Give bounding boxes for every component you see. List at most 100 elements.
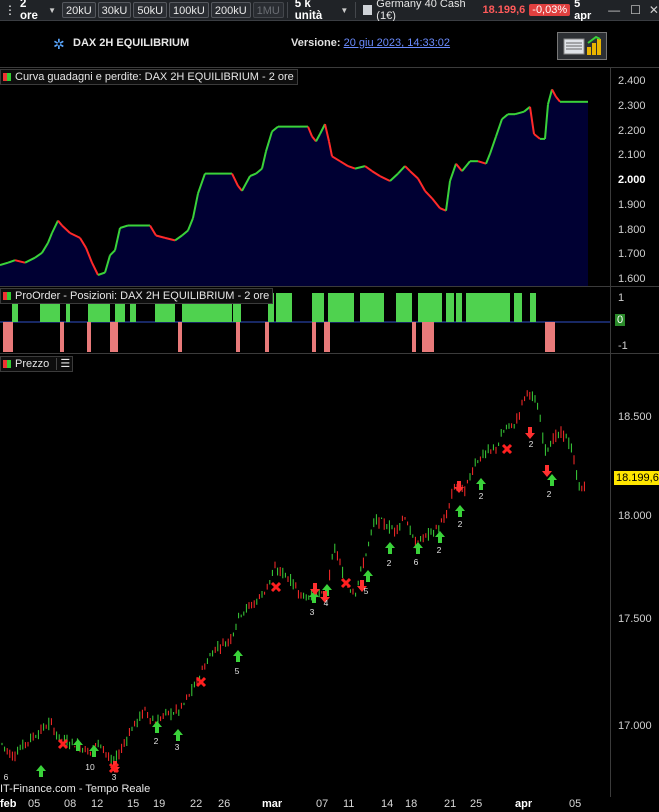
equity-tick-label: 1.600 (618, 273, 646, 285)
x-axis-label: 15 (127, 798, 140, 810)
price-tick-label: 17.000 (618, 720, 652, 732)
x-axis-label: apr (515, 798, 533, 810)
list-icon[interactable]: ☰ (56, 358, 71, 370)
trade-quantity-label: 3 (310, 607, 315, 617)
x-axis-label: 14 (381, 798, 394, 810)
x-axis-label: 25 (470, 798, 483, 810)
equity-curve (0, 88, 588, 287)
buy-arrow-icon (233, 650, 243, 662)
x-axis-label: feb (0, 798, 17, 810)
short-position-bar (236, 322, 240, 352)
trade-quantity-label: 2 (387, 558, 392, 568)
short-position-bar (60, 322, 64, 352)
sell-arrow-icon (525, 427, 535, 439)
x-axis-label: 18 (405, 798, 418, 810)
current-price-tag: 18.199,6 (614, 471, 659, 485)
x-axis-label: 26 (218, 798, 231, 810)
buy-arrow-icon (413, 542, 423, 554)
long-position-bar (446, 293, 454, 322)
buy-arrow-icon (385, 542, 395, 554)
legend-square-icon (3, 360, 11, 368)
equity-tick-label: 1.800 (618, 223, 646, 236)
x-axis-label: 07 (316, 798, 329, 810)
buy-arrow-icon (363, 570, 373, 582)
buy-arrow-icon (152, 721, 162, 733)
price-tick-label: 18.500 (618, 411, 652, 423)
position-tick-label: 1 (618, 292, 625, 304)
x-axis-label: 21 (444, 798, 457, 810)
x-axis-label: mar (262, 798, 283, 810)
buy-arrow-icon (435, 531, 445, 543)
buy-arrow-icon (173, 729, 183, 741)
trade-quantity-label: 2 (154, 736, 159, 746)
equity-tick-label: 2.200 (618, 124, 646, 137)
short-position-bar (412, 322, 416, 352)
price-pane-label[interactable]: Prezzo ☰ (0, 356, 74, 372)
trade-quantity-label: 6 (4, 772, 9, 782)
data-source-label: IT-Finance.com - Tempo Reale (0, 783, 151, 795)
buy-arrow-icon (73, 739, 83, 751)
short-position-bar (265, 322, 269, 352)
long-position-bar (360, 293, 384, 322)
sell-arrow-icon (542, 465, 552, 477)
price-candles: 61032353452 622222 (1, 390, 585, 782)
x-axis-label: 08 (64, 798, 77, 810)
equity-pane-title: Curva guadagni e perdite: DAX 2H EQUILIB… (15, 71, 294, 83)
price-tick-label: 18.000 (618, 510, 652, 522)
trade-quantity-label: 5 (364, 586, 369, 596)
equity-pane-label[interactable]: Curva guadagni e perdite: DAX 2H EQUILIB… (0, 69, 298, 85)
x-axis-label: 19 (153, 798, 166, 810)
position-pane-label[interactable]: ProOrder - Posizioni: DAX 2H EQUILIBRIUM… (0, 288, 274, 304)
long-position-bar (530, 293, 536, 322)
short-position-bar (110, 322, 118, 352)
position-tick-label: -1 (618, 340, 628, 352)
long-position-bar (312, 293, 324, 322)
price-tick-label: 17.500 (618, 613, 652, 625)
trade-quantity-label: 10 (85, 762, 95, 772)
long-position-bar (418, 293, 442, 322)
long-position-bar (466, 293, 494, 322)
trade-quantity-label: 3 (175, 742, 180, 752)
trade-quantity-label: 2 (529, 439, 534, 449)
long-position-bar (276, 293, 292, 322)
short-position-bar (312, 322, 316, 352)
equity-tick-label: 1.900 (618, 198, 646, 211)
long-position-bar (514, 293, 522, 322)
buy-arrow-icon (547, 474, 557, 486)
equity-area (0, 89, 588, 287)
x-axis-label: 22 (190, 798, 203, 810)
x-axis-label: 11 (343, 798, 355, 810)
x-axis-label: 05 (569, 798, 582, 810)
equity-tick-label: 2.000 (618, 174, 646, 186)
short-position-bar (178, 322, 182, 352)
trade-quantity-label: 4 (324, 598, 329, 608)
equity-tick-label: 2.100 (618, 149, 646, 162)
equity-tick-label: 2.400 (618, 75, 646, 87)
equity-tick-label: 1.700 (618, 248, 646, 261)
chart-canvas[interactable]: 61032353452 622222 (0, 0, 659, 812)
price-pane-title: Prezzo (15, 358, 50, 370)
trade-quantity-label: 2 (547, 489, 552, 499)
x-axis-label: 05 (28, 798, 41, 810)
trade-quantity-label: 2 (479, 491, 484, 501)
equity-tick-label: 2.300 (618, 99, 646, 112)
buy-arrow-icon (36, 765, 46, 777)
long-position-bar (328, 293, 354, 322)
position-tick-label: 0 (615, 314, 626, 326)
short-position-bar (324, 322, 330, 352)
trade-quantity-label: 5 (235, 666, 240, 676)
short-position-bar (545, 322, 555, 352)
long-position-bar (396, 293, 412, 322)
trade-quantity-label: 6 (414, 557, 419, 567)
short-position-bar (3, 322, 13, 352)
x-axis-label: 12 (91, 798, 104, 810)
buy-arrow-icon (476, 478, 486, 490)
trade-quantity-label: 2 (458, 519, 463, 529)
position-pane-title: ProOrder - Posizioni: DAX 2H EQUILIBRIUM… (15, 290, 270, 302)
legend-square-icon (3, 73, 11, 81)
short-position-bar (87, 322, 91, 352)
long-position-bar (490, 293, 510, 322)
buy-arrow-icon (455, 505, 465, 517)
trade-quantity-label: 2 (437, 545, 442, 555)
legend-square-icon (3, 292, 11, 300)
